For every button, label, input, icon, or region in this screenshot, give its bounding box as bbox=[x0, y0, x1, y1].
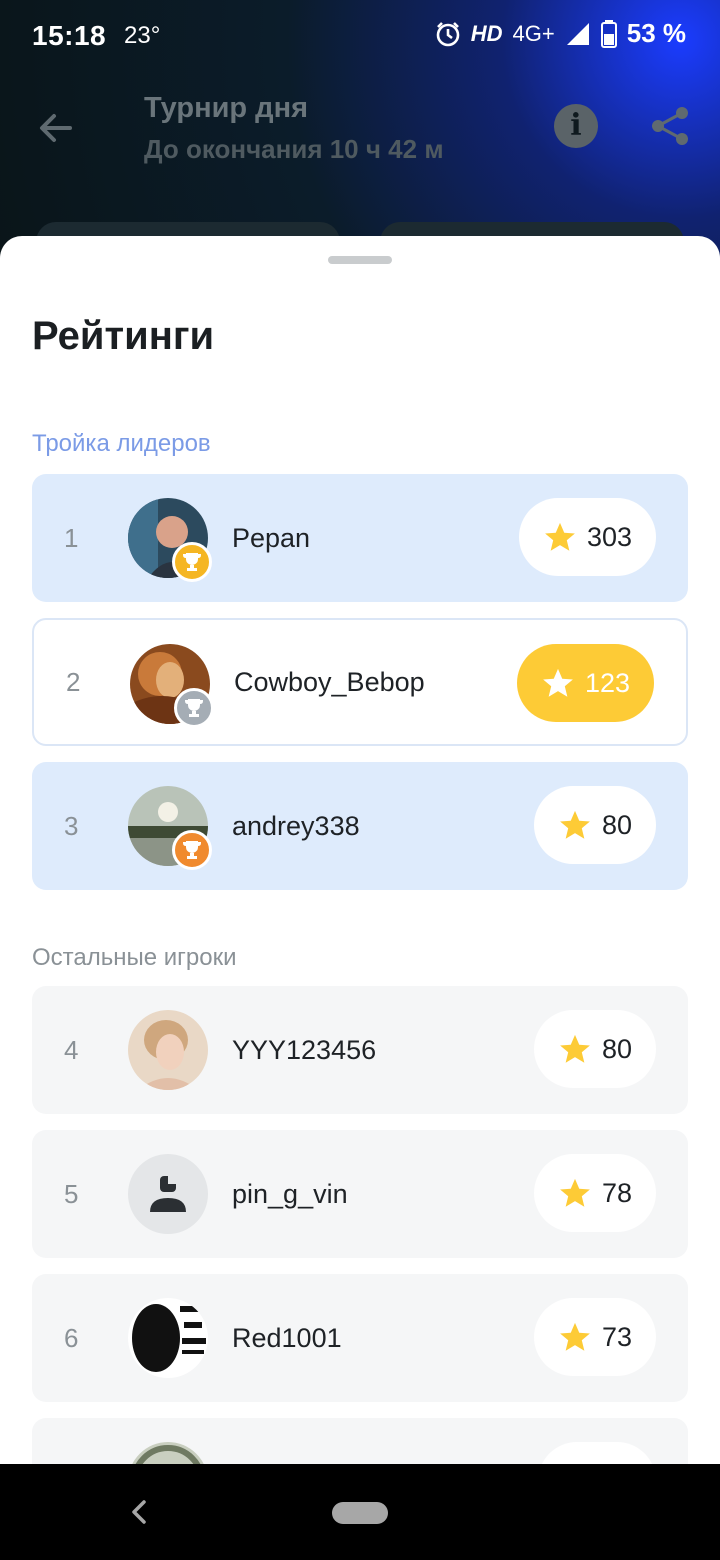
sheet-drag-handle[interactable] bbox=[328, 256, 392, 264]
status-temperature: 23° bbox=[124, 22, 161, 49]
default-avatar-icon bbox=[128, 1154, 208, 1234]
star-icon bbox=[560, 810, 590, 839]
battery-icon bbox=[600, 19, 617, 48]
score-pill: 73 bbox=[533, 1298, 656, 1376]
silver-trophy-icon bbox=[174, 688, 214, 728]
star-icon bbox=[543, 668, 573, 697]
avatar bbox=[128, 1442, 208, 1464]
system-navigation-bar bbox=[0, 1464, 720, 1560]
player-row[interactable]: 5 pin_g_vin 78 bbox=[32, 1130, 688, 1258]
hd-indicator: HD bbox=[470, 20, 503, 46]
player-row[interactable]: 4 YYY123456 80 bbox=[32, 986, 688, 1114]
nav-home-pill[interactable] bbox=[332, 1502, 388, 1524]
nav-back-icon[interactable] bbox=[128, 1498, 150, 1526]
score-pill: 78 bbox=[533, 1154, 656, 1232]
score-value: 78 bbox=[601, 1177, 632, 1208]
network-type: 4G+ bbox=[512, 20, 555, 46]
status-bar: 15:18 23° HD 4G+ 53 % bbox=[0, 0, 720, 72]
player-name: pin_g_vin bbox=[232, 1178, 348, 1209]
score-pill: 80 bbox=[533, 1010, 656, 1088]
avatar bbox=[128, 1010, 208, 1090]
score-value: 303 bbox=[586, 521, 632, 552]
score-pill bbox=[538, 1442, 656, 1464]
star-icon bbox=[545, 522, 575, 551]
score-pill: 80 bbox=[533, 786, 656, 864]
rank-number: 2 bbox=[66, 666, 81, 697]
rank-number: 4 bbox=[64, 1034, 79, 1065]
star-icon bbox=[560, 1178, 590, 1207]
score-value: 73 bbox=[601, 1321, 632, 1352]
signal-icon bbox=[566, 22, 589, 45]
player-name: Red1001 bbox=[232, 1322, 342, 1353]
player-name: Pepan bbox=[232, 522, 311, 553]
tournament-countdown: До окончания 10 ч 42 м bbox=[144, 134, 444, 164]
sheet-title: Рейтинги bbox=[32, 314, 215, 358]
info-icon[interactable]: i bbox=[554, 104, 598, 148]
rank-number: 6 bbox=[64, 1322, 79, 1353]
player-name: andrey338 bbox=[232, 810, 360, 841]
app-bar: Турнир дня До окончания 10 ч 42 м i bbox=[0, 88, 720, 188]
leader-row[interactable]: 1 Pepan 303 bbox=[32, 474, 688, 602]
player-name: YYY123456 bbox=[232, 1034, 377, 1065]
status-icons: HD 4G+ 53 % bbox=[435, 18, 686, 49]
avatar bbox=[128, 1298, 208, 1378]
star-icon bbox=[560, 1034, 590, 1063]
background-app-screen: 15:18 23° HD 4G+ 53 % Турнир дня До окон… bbox=[0, 0, 720, 262]
score-value: 123 bbox=[584, 667, 630, 698]
bronze-trophy-icon bbox=[172, 830, 212, 870]
gold-trophy-icon bbox=[172, 542, 212, 582]
leader-row-current-user[interactable]: 2 Cowboy_Bebop 123 bbox=[32, 618, 688, 746]
tournament-title: Турнир дня bbox=[144, 92, 309, 124]
rank-number: 1 bbox=[64, 522, 79, 553]
score-value: 80 bbox=[601, 1033, 632, 1064]
player-row[interactable]: 6 Red1001 73 bbox=[32, 1274, 688, 1402]
leaders-section-label: Тройка лидеров bbox=[32, 430, 211, 457]
ratings-bottom-sheet: Рейтинги Тройка лидеров 1 Pepan 303 2 Co… bbox=[0, 236, 720, 1464]
rank-number: 3 bbox=[64, 810, 79, 841]
player-row[interactable] bbox=[32, 1418, 688, 1464]
rank-number: 5 bbox=[64, 1178, 79, 1209]
share-icon[interactable] bbox=[648, 104, 692, 148]
others-section-label: Остальные игроки bbox=[32, 944, 237, 971]
battery-percent: 53 % bbox=[626, 18, 686, 48]
back-arrow-icon[interactable] bbox=[36, 108, 76, 148]
star-icon bbox=[560, 1322, 590, 1351]
alarm-icon bbox=[436, 21, 460, 46]
status-time: 15:18 bbox=[32, 20, 107, 51]
score-pill: 123 bbox=[516, 644, 654, 722]
player-name: Cowboy_Bebop bbox=[234, 666, 425, 697]
score-pill: 303 bbox=[518, 498, 656, 576]
leader-row[interactable]: 3 andrey338 80 bbox=[32, 762, 688, 890]
score-value: 80 bbox=[601, 809, 632, 840]
